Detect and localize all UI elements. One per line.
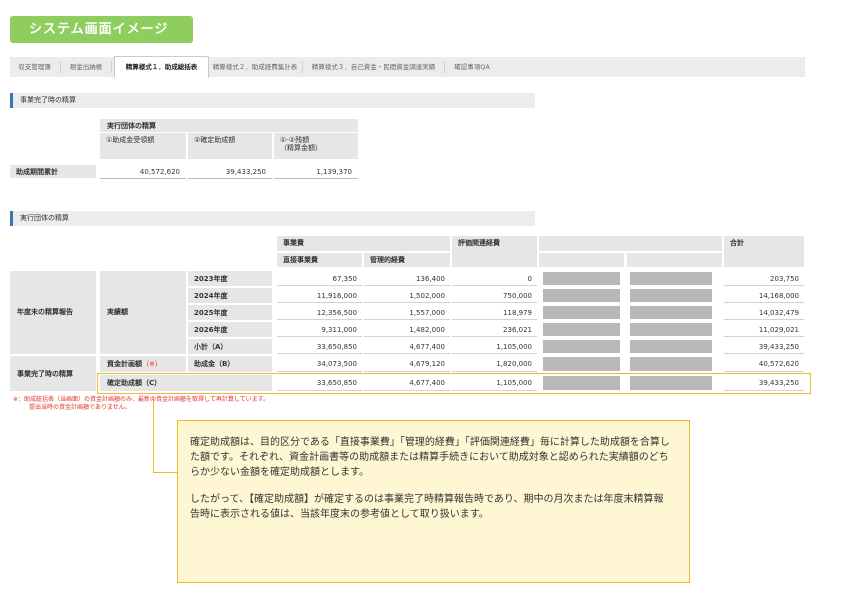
admin-value: 1,557,000 (364, 305, 450, 320)
redacted-cell (543, 340, 620, 353)
plan-amount-label: 資金計画額（※） (100, 356, 186, 372)
page-title-banner: システム画面イメージ (10, 16, 193, 43)
header-evaluation-cost: 評価関連経費 (452, 236, 537, 267)
grant-b-admin: 4,679,120 (364, 356, 450, 372)
plan-amount-mark: （※） (142, 360, 162, 368)
year-label: 2024年度 (188, 288, 272, 303)
direct-value: 12,356,500 (277, 305, 362, 320)
admin-value: 1,502,000 (364, 288, 450, 303)
header-total: 合計 (724, 236, 804, 267)
col-header-remaining-line2: （精算金額） (280, 144, 322, 153)
tab-income-expense-ledger[interactable]: 収支管理簿 (10, 57, 59, 77)
tab-divider (111, 61, 112, 73)
grant-b-direct: 34,073,500 (277, 356, 362, 372)
redacted-cell (630, 323, 712, 336)
header-admin-cost: 管理的経費 (364, 253, 450, 267)
tab-settlement-form-3[interactable]: 精算様式３．自己資金・民間資金調達実績 (304, 57, 443, 77)
header-project-cost: 事業費 (277, 236, 450, 251)
header-redacted (539, 236, 722, 251)
col-header-confirmed: ②確定助成額 (188, 133, 272, 159)
col-header-received: ①助成金受領額 (100, 133, 186, 159)
explanation-callout: 確定助成額は、目的区分である「直接事業費」「管理的経費」「評価関連経費」毎に計算… (177, 420, 690, 583)
admin-value: 136,400 (364, 271, 450, 286)
callout-connector (153, 396, 154, 473)
redacted-cell (543, 323, 620, 336)
callout-paragraph-1: 確定助成額は、目的区分である「直接事業費」「管理的経費」「評価関連経費」毎に計算… (190, 437, 670, 478)
redacted-cell (630, 289, 712, 302)
actual-amount-label: 実績額 (100, 271, 186, 354)
grant-b-eval: 1,820,000 (452, 356, 537, 372)
subtotal-total: 39,433,250 (724, 339, 804, 354)
confirmed-row-highlight (97, 373, 811, 394)
year-label: 2026年度 (188, 322, 272, 337)
redacted-cell (543, 357, 620, 371)
tab-divider (302, 61, 303, 73)
direct-value: 11,916,000 (277, 288, 362, 303)
col-header-remaining: ①-②残額 （精算金額） (274, 133, 358, 159)
redacted-cell (543, 306, 620, 319)
tab-settlement-form-1[interactable]: 精算様式１．助成総括表 (114, 56, 209, 78)
group-label-final: 事業完了時の精算 (10, 356, 96, 391)
tab-divider (60, 61, 61, 73)
eval-value: 118,979 (452, 305, 537, 320)
tab-bar: 収支管理簿 現金出納帳 精算様式１．助成総括表 精算様式２．助成経費集計表 精算… (10, 56, 805, 78)
redacted-cell (630, 306, 712, 319)
subtotal-admin: 4,677,400 (364, 339, 450, 354)
year-label: 2023年度 (188, 271, 272, 286)
total-value: 14,168,000 (724, 288, 804, 303)
redacted-cell (543, 289, 620, 302)
subtotal-eval: 1,105,000 (452, 339, 537, 354)
year-label: 2025年度 (188, 305, 272, 320)
callout-paragraph-2: したがって、【確定助成額】が確定するのは事業完了時精算報告時であり、期中の月次ま… (190, 494, 664, 520)
grant-b-label: 助成金（B） (188, 356, 272, 372)
group-header: 実行団体の精算 (100, 119, 358, 132)
footnote-line2: 提出当時の資金計画額でありません。 (29, 404, 131, 411)
header-redacted-sub (539, 253, 624, 267)
total-value: 203,750 (724, 271, 804, 286)
section-header-completion: 事業完了時の精算 (10, 93, 535, 108)
eval-value: 750,000 (452, 288, 537, 303)
tab-settlement-form-2[interactable]: 精算様式２．助成経費集計表 (209, 57, 301, 77)
row-label-cumulative: 助成期間累計 (10, 165, 96, 178)
redacted-cell (630, 340, 712, 353)
eval-value: 0 (452, 271, 537, 286)
grant-b-total: 40,572,620 (724, 356, 804, 372)
value-remaining: 1,139,370 (274, 165, 358, 179)
redacted-cell (630, 357, 712, 371)
tab-divider (444, 61, 445, 73)
callout-connector (153, 472, 177, 473)
total-value: 11,029,021 (724, 322, 804, 337)
section-header-entity: 実行団体の精算 (10, 211, 535, 226)
tab-cash-book[interactable]: 現金出納帳 (62, 57, 110, 77)
redacted-cell (630, 272, 712, 285)
redacted-cell (543, 272, 620, 285)
tab-faq[interactable]: 確認事項QA (446, 57, 498, 77)
subtotal-direct: 33,650,850 (277, 339, 362, 354)
plan-amount-text: 資金計画額 (107, 360, 142, 368)
value-received: 40,572,620 (100, 165, 186, 179)
total-value: 14,032,479 (724, 305, 804, 320)
eval-value: 236,021 (452, 322, 537, 337)
value-confirmed: 39,433,250 (188, 165, 272, 179)
direct-value: 9,311,000 (277, 322, 362, 337)
header-direct-cost: 直接事業費 (277, 253, 362, 267)
group-label-annual: 年度末の精算報告 (10, 271, 96, 354)
direct-value: 67,350 (277, 271, 362, 286)
subtotal-label: 小計（A） (188, 339, 272, 354)
footnote: ※：助成総括表（当画面）の資金計画額のみ、最新の資金計画額を取得して再計算してい… (13, 396, 373, 412)
admin-value: 1,482,000 (364, 322, 450, 337)
header-redacted-sub (627, 253, 722, 267)
footnote-line1: ※：助成総括表（当画面）の資金計画額のみ、最新の資金計画額を取得して再計算してい… (13, 396, 270, 403)
